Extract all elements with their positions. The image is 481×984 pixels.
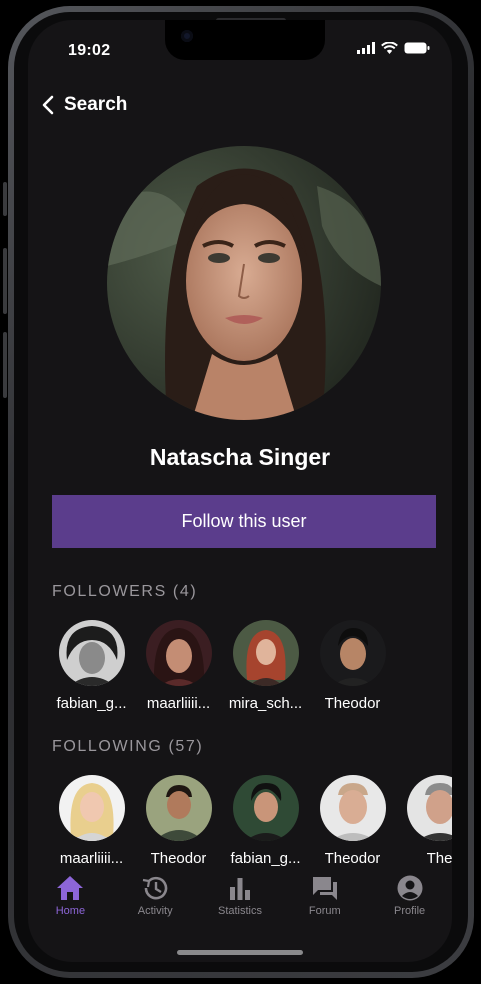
following-name: The xyxy=(426,850,452,867)
avatar xyxy=(406,775,452,841)
follower-name: Theodor xyxy=(324,695,381,712)
chevron-left-icon xyxy=(42,95,54,115)
profile-avatar xyxy=(107,146,381,420)
avatar xyxy=(232,775,299,841)
tab-home[interactable]: Home xyxy=(28,875,113,930)
following-name: Theodor xyxy=(324,850,381,867)
follower-item[interactable]: maarliiii... xyxy=(135,620,222,712)
battery-icon xyxy=(404,42,430,54)
status-time: 19:02 xyxy=(68,42,111,59)
signal-icon xyxy=(357,42,375,54)
volume-up-button xyxy=(3,248,7,314)
bar-chart-icon xyxy=(229,878,250,900)
tab-profile[interactable]: Profile xyxy=(367,875,452,930)
tab-statistics[interactable]: Statistics xyxy=(198,875,283,930)
follow-button[interactable]: Follow this user xyxy=(52,495,436,548)
tab-label: Activity xyxy=(137,905,173,917)
following-title: FOLLOWING (57) xyxy=(52,738,204,755)
following-item[interactable]: The xyxy=(396,775,452,867)
status-icons xyxy=(357,42,430,54)
tab-label: Forum xyxy=(308,905,341,917)
tab-label: Profile xyxy=(393,905,426,917)
volume-down-button xyxy=(3,332,7,398)
wifi-icon xyxy=(381,42,398,54)
following-item[interactable]: Theodor xyxy=(309,775,396,867)
back-label: Search xyxy=(64,94,128,115)
avatar xyxy=(319,775,386,841)
followers-title: FOLLOWERS (4) xyxy=(52,583,198,600)
following-name: maarliiii... xyxy=(59,850,124,867)
follower-item[interactable]: fabian_g... xyxy=(48,620,135,712)
avatar xyxy=(58,775,125,841)
forum-icon xyxy=(312,877,337,900)
tab-label: Home xyxy=(55,905,86,917)
profile-name: Natascha Singer xyxy=(149,444,331,470)
avatar xyxy=(145,620,212,686)
tab-label: Statistics xyxy=(217,905,262,917)
following-item[interactable]: maarliiii... xyxy=(48,775,135,867)
tab-activity[interactable]: Activity xyxy=(113,875,198,930)
following-item[interactable]: Theodor xyxy=(135,775,222,867)
followers-list: fabian_g... maarliiii... mira_sch... The… xyxy=(48,620,396,712)
history-icon xyxy=(143,876,168,900)
camera-icon xyxy=(181,30,193,42)
tab-forum[interactable]: Forum xyxy=(282,875,367,930)
app-screen: 19:02 Search Natascha Singer Follow this… xyxy=(28,20,452,962)
tab-bar: Home Activity Statistics Forum Profile xyxy=(28,875,452,930)
follower-name: maarliiii... xyxy=(146,695,211,712)
back-button[interactable]: Search xyxy=(42,94,127,116)
avatar xyxy=(232,620,299,686)
follower-name: mira_sch... xyxy=(228,695,303,712)
follower-item[interactable]: Theodor xyxy=(309,620,396,712)
avatar xyxy=(58,620,125,686)
home-icon xyxy=(57,876,84,900)
home-indicator[interactable] xyxy=(177,950,303,955)
follower-name: fabian_g... xyxy=(56,695,127,712)
profile-icon xyxy=(397,875,423,901)
following-name: Theodor xyxy=(150,850,207,867)
notch xyxy=(165,20,325,60)
avatar xyxy=(319,620,386,686)
following-list: maarliiii... Theodor fabian_g... Theodor… xyxy=(48,775,452,867)
mute-switch xyxy=(3,182,7,216)
follower-item[interactable]: mira_sch... xyxy=(222,620,309,712)
avatar xyxy=(145,775,212,841)
following-item[interactable]: fabian_g... xyxy=(222,775,309,867)
following-name: fabian_g... xyxy=(230,850,301,867)
